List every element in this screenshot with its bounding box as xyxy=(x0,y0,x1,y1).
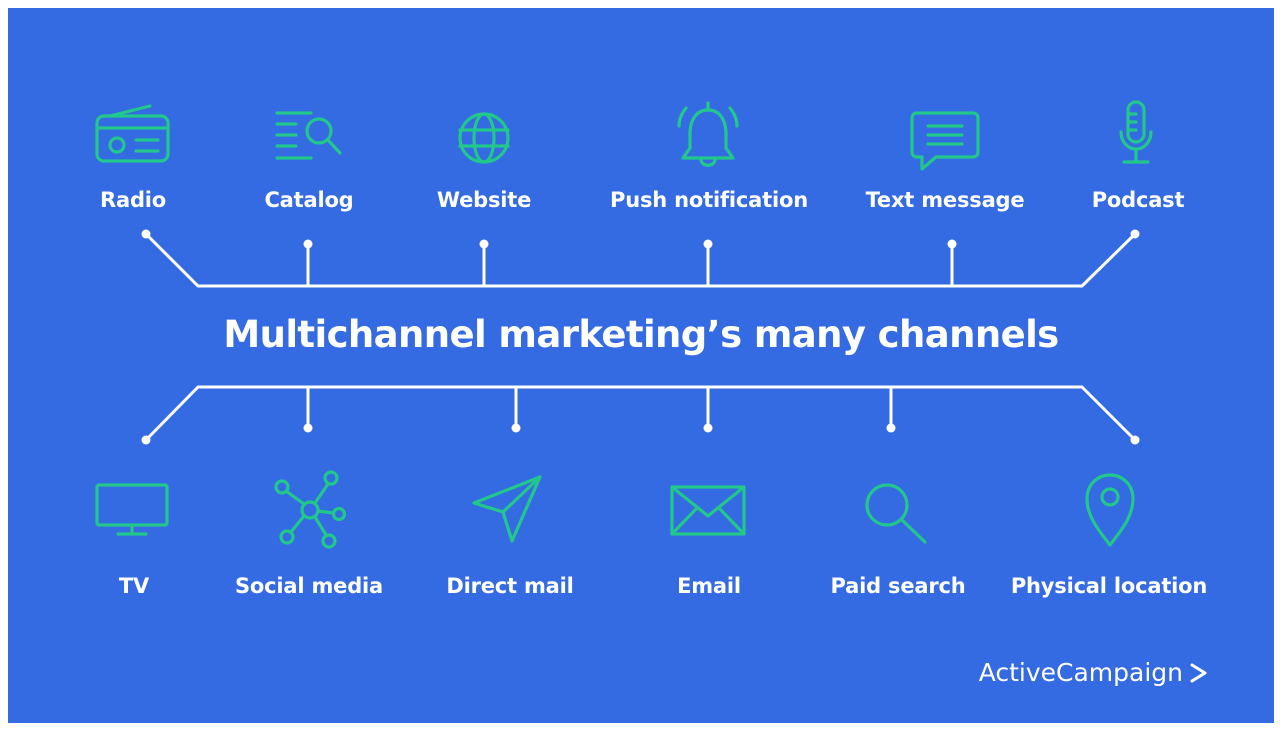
top-main-line xyxy=(144,232,1137,288)
diagram-title: Multichannel marketing’s many channels xyxy=(223,313,1059,356)
diagram-graphics xyxy=(95,100,1153,549)
bottom-main-line xyxy=(144,385,1137,442)
brand-logo: ActiveCampaign xyxy=(979,658,1209,687)
network-icon xyxy=(274,470,347,549)
magnifier-icon xyxy=(865,483,927,544)
channel-label-physical-location: Physical location xyxy=(1010,574,1208,598)
channel-label-paid-search: Paid search xyxy=(830,574,966,598)
chat-bubble-icon xyxy=(910,111,980,171)
radio-icon xyxy=(95,104,170,163)
channel-label-push-notification: Push notification xyxy=(610,188,808,212)
paper-plane-icon xyxy=(472,475,542,543)
channel-label-tv: TV xyxy=(118,574,150,598)
microphone-icon xyxy=(1119,100,1153,164)
channel-label-radio: Radio xyxy=(100,188,166,212)
globe-icon xyxy=(458,112,510,164)
envelope-icon xyxy=(670,485,746,536)
top-connector-lines xyxy=(144,232,1137,288)
map-pin-icon xyxy=(1085,473,1135,547)
channel-label-text-message: Text message xyxy=(865,188,1025,212)
channel-label-direct-mail: Direct mail xyxy=(446,574,574,598)
channel-label-podcast: Podcast xyxy=(1091,188,1185,212)
tv-icon xyxy=(95,483,169,536)
brand-chevron-icon xyxy=(1190,663,1207,682)
channel-label-social-media: Social media xyxy=(234,574,384,598)
bottom-connector-dots xyxy=(141,423,1140,445)
bell-icon xyxy=(677,101,739,167)
brand-name: ActiveCampaign xyxy=(978,658,1183,687)
top-connector-dots xyxy=(141,229,1140,249)
bottom-connector-lines xyxy=(144,385,1137,442)
channel-label-website: Website xyxy=(436,188,532,212)
channel-label-catalog: Catalog xyxy=(264,188,354,212)
channel-label-email: Email xyxy=(677,574,741,598)
catalog-icon xyxy=(275,111,342,160)
